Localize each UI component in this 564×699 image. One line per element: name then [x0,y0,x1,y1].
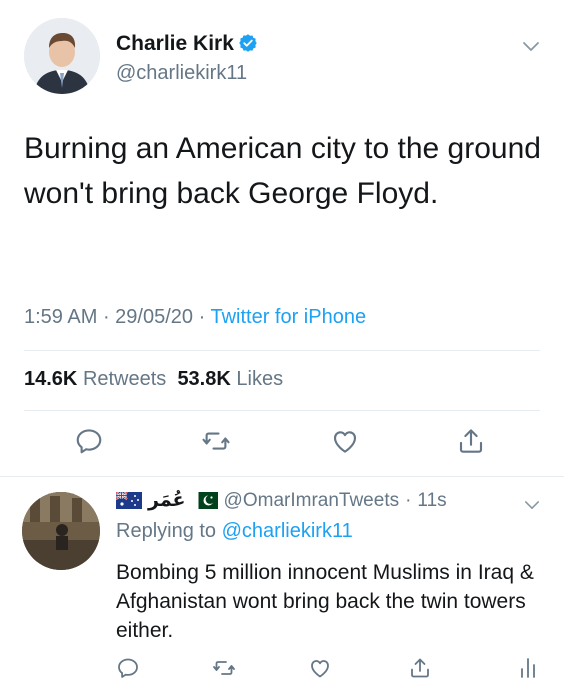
tweet-date[interactable]: 29/05/20 [115,306,193,328]
share-icon[interactable] [408,656,432,680]
reply-icon[interactable] [116,656,140,680]
tweet-time[interactable]: 1:59 AM [24,306,97,328]
tweet-source[interactable]: Twitter for iPhone [210,306,366,328]
author-name-row[interactable]: Charlie Kirk [116,32,258,56]
retweets-stat[interactable]: 14.6K Retweets [24,368,166,390]
retweet-icon[interactable] [201,426,231,456]
reply-text: Bombing 5 million innocent Muslims in Ir… [116,561,534,642]
pakistan-flag-icon [191,492,218,509]
replying-to: Replying to @charliekirk11 [116,520,353,543]
likes-count: 53.8K [177,368,231,390]
author-handle[interactable]: @charliekirk11 [116,62,247,85]
chevron-down-icon[interactable] [524,498,542,510]
retweets-label: Retweets [82,368,167,390]
tweet-meta: 1:59 AM · 29/05/20 · Twitter for iPhone [24,306,367,328]
reply-author-handle[interactable]: @OmarImranTweets [224,490,400,512]
divider [24,410,540,411]
reply-author-avatar[interactable] [22,492,100,570]
author-name[interactable]: Charlie Kirk [116,32,234,55]
heart-icon[interactable] [308,656,332,680]
reply-author-name[interactable]: عُمَر [148,489,186,512]
share-icon[interactable] [456,426,486,456]
likes-stat[interactable]: 53.8K Likes [177,368,283,390]
retweets-count: 14.6K [24,368,78,390]
reply-icon[interactable] [74,426,104,456]
divider [0,476,564,477]
verified-badge-icon [238,33,258,53]
heart-icon[interactable] [330,426,360,456]
likes-label: Likes [236,368,284,390]
chevron-down-icon[interactable] [522,40,540,52]
reply-header: عُمَر @OmarImranTweets · 11s [115,489,447,512]
author-avatar[interactable] [24,18,100,94]
divider [24,350,540,351]
reply-time[interactable]: 11s [417,490,446,512]
tweet-stats: 14.6K Retweets 53.8K Likes [24,368,283,391]
tweet-text: Burning an American city to the ground w… [24,132,541,210]
replying-label: Replying to [116,520,217,542]
replying-to-handle[interactable]: @charliekirk11 [222,520,353,542]
retweet-icon[interactable] [212,656,236,680]
australia-flag-icon [115,491,142,509]
analytics-icon[interactable] [516,656,540,680]
